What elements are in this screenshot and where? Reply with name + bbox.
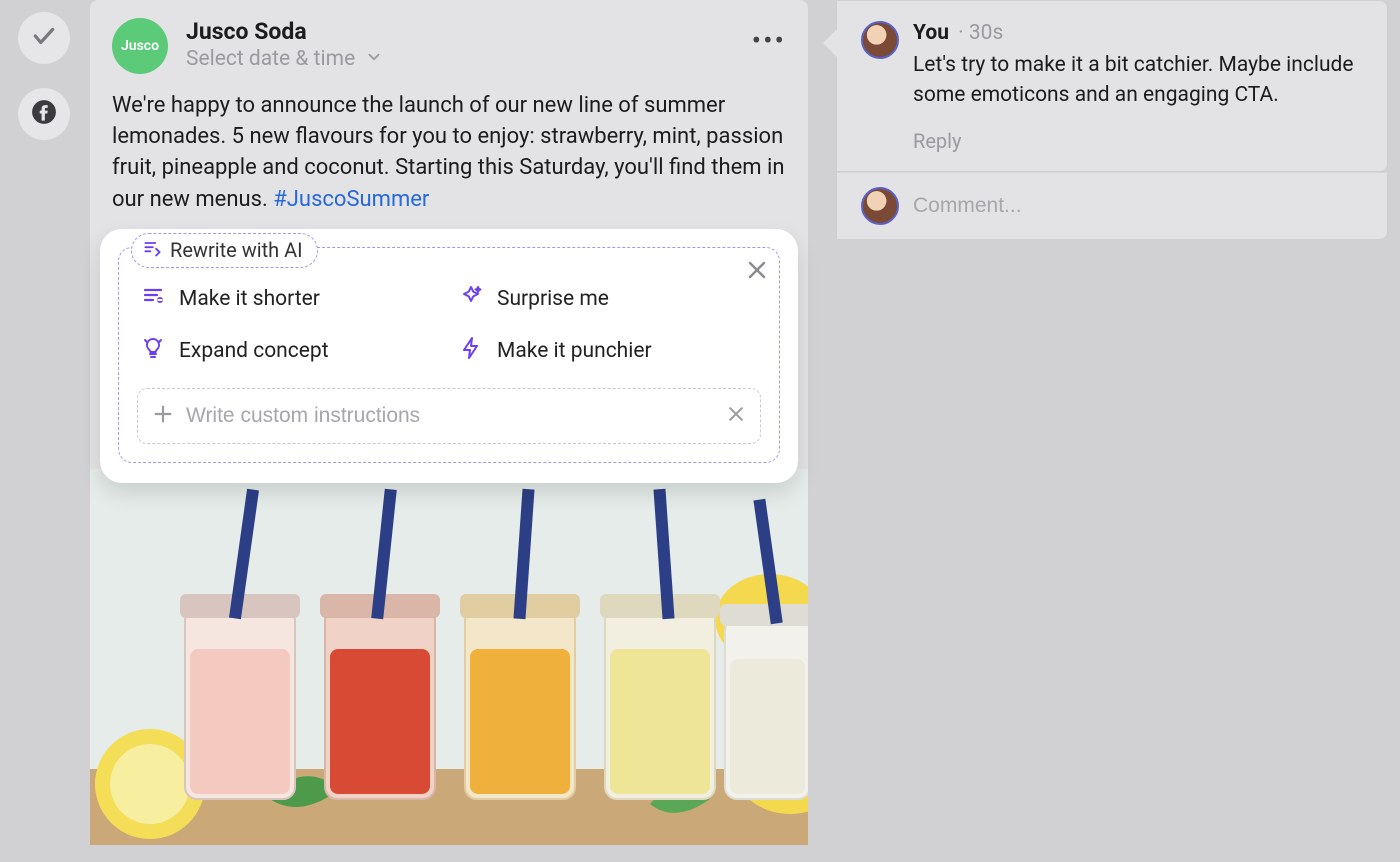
ai-option-label: Expand concept xyxy=(179,339,329,363)
ai-custom-clear[interactable] xyxy=(726,404,746,428)
ai-option-shorter[interactable]: Make it shorter xyxy=(141,284,439,314)
close-icon xyxy=(745,267,769,286)
brand-avatar[interactable]: Jusco xyxy=(112,18,168,74)
comment-input[interactable] xyxy=(913,194,1363,218)
ai-option-label: Surprise me xyxy=(497,287,609,311)
post-more-menu[interactable]: ••• xyxy=(752,18,786,57)
plus-icon xyxy=(152,403,174,429)
brand-avatar-text: Jusco xyxy=(121,38,159,54)
facebook-icon xyxy=(31,99,57,129)
rewrite-icon xyxy=(142,238,162,263)
post-composer-card: Jusco Jusco Soda Select date & time ••• … xyxy=(90,0,808,845)
comment-text: Let's try to make it a bit catchier. May… xyxy=(913,51,1363,111)
comment-meta: You · 30s xyxy=(913,21,1363,45)
check-icon xyxy=(31,23,57,53)
ai-rewrite-legend: Rewrite with AI xyxy=(131,233,318,268)
post-hashtag[interactable]: #JuscoSummer xyxy=(273,187,429,212)
comment-input-row xyxy=(836,172,1388,240)
lightning-icon xyxy=(459,336,483,366)
left-action-column xyxy=(18,12,70,140)
confirm-button[interactable] xyxy=(18,12,70,64)
sparkle-icon xyxy=(459,284,483,314)
post-header-meta: Jusco Soda Select date & time xyxy=(186,18,383,71)
comment-author: You xyxy=(913,21,949,45)
post-text: We're happy to announce the launch of ou… xyxy=(112,93,785,212)
ai-custom-input[interactable] xyxy=(186,404,714,428)
ai-option-expand[interactable]: Expand concept xyxy=(141,336,439,366)
post-attached-image[interactable] xyxy=(90,469,808,845)
comment-thread: You · 30s Let's try to make it a bit cat… xyxy=(836,0,1388,240)
shorter-icon xyxy=(141,284,165,314)
close-icon xyxy=(726,409,746,428)
lightbulb-icon xyxy=(141,336,165,366)
ai-legend-label: Rewrite with AI xyxy=(170,238,303,262)
ai-rewrite-box: Rewrite with AI Make it shorter xyxy=(118,247,780,463)
post-body[interactable]: We're happy to announce the launch of ou… xyxy=(90,84,808,229)
schedule-picker[interactable]: Select date & time xyxy=(186,47,383,71)
current-user-avatar[interactable] xyxy=(861,187,899,225)
ai-options-grid: Make it shorter Surprise me Expand conce… xyxy=(137,266,761,370)
facebook-channel-button[interactable] xyxy=(18,88,70,140)
ai-custom-instruction-row[interactable] xyxy=(137,388,761,444)
ai-panel-close[interactable] xyxy=(745,258,769,282)
ai-rewrite-panel: Rewrite with AI Make it shorter xyxy=(100,229,798,483)
comment-reply-button[interactable]: Reply xyxy=(913,129,1363,153)
comment-time: · 30s xyxy=(958,21,1003,45)
ai-option-label: Make it punchier xyxy=(497,339,652,363)
ai-option-punchier[interactable]: Make it punchier xyxy=(459,336,757,366)
brand-name: Jusco Soda xyxy=(186,18,383,45)
ai-option-label: Make it shorter xyxy=(179,287,320,311)
comment-card: You · 30s Let's try to make it a bit cat… xyxy=(836,0,1388,172)
post-header: Jusco Jusco Soda Select date & time ••• xyxy=(90,0,808,84)
comment-avatar[interactable] xyxy=(861,21,899,59)
lemonade-jars-illustration xyxy=(90,469,808,845)
ai-option-surprise[interactable]: Surprise me xyxy=(459,284,757,314)
schedule-text: Select date & time xyxy=(186,47,355,71)
chevron-down-icon xyxy=(365,48,383,70)
